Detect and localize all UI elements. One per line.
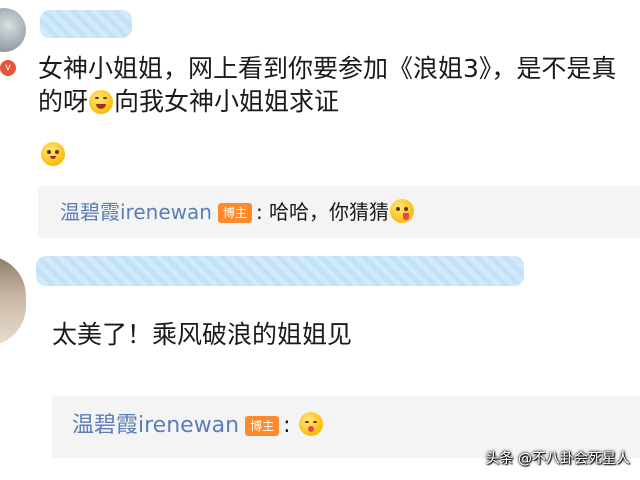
- redacted-username: [40, 10, 132, 38]
- commenter-avatar[interactable]: [0, 256, 26, 346]
- verified-badge-icon: v: [0, 60, 16, 76]
- reply-line: 温碧霞irenewan 博主: 哈哈，你猜猜: [60, 198, 415, 226]
- reply-box[interactable]: 温碧霞irenewan 博主: 哈哈，你猜猜: [38, 186, 640, 238]
- watermark: 头条 @不八卦会死星人: [485, 451, 630, 467]
- comment-screenshot: v 女神小姐姐，网上看到你要参加《浪姐3》，是不是真的呀 向我女神小姐姐求证 温碧…: [0, 0, 640, 480]
- wink-emoji-icon: [298, 412, 323, 436]
- reply-author-link[interactable]: 温碧霞irenewan: [72, 413, 239, 438]
- commenter-avatar[interactable]: [0, 8, 26, 52]
- pleading-emoji-icon: [41, 142, 65, 166]
- blogger-badge: 博主: [245, 416, 280, 436]
- reply-box[interactable]: 温碧霞irenewan 博主:: [52, 396, 640, 458]
- reply-author-link[interactable]: 温碧霞irenewan: [60, 200, 212, 224]
- reply-text: 哈哈，你猜猜: [269, 200, 390, 224]
- comment-body: 太美了！乘风破浪的姐姐见: [52, 320, 353, 349]
- reply-separator: :: [283, 413, 291, 438]
- laugh-emoji-icon: [89, 90, 114, 114]
- blogger-badge: 博主: [217, 203, 252, 223]
- reply-separator: :: [255, 200, 263, 224]
- tongue-emoji-icon: [390, 199, 415, 223]
- comment-body: 女神小姐姐，网上看到你要参加《浪姐3》，是不是真的呀 向我女神小姐姐求证: [38, 52, 623, 118]
- comment-text-part: 向我女神小姐姐求证: [114, 87, 340, 116]
- reply-line: 温碧霞irenewan 博主:: [72, 412, 324, 440]
- redacted-text-remnant: [56, 282, 476, 294]
